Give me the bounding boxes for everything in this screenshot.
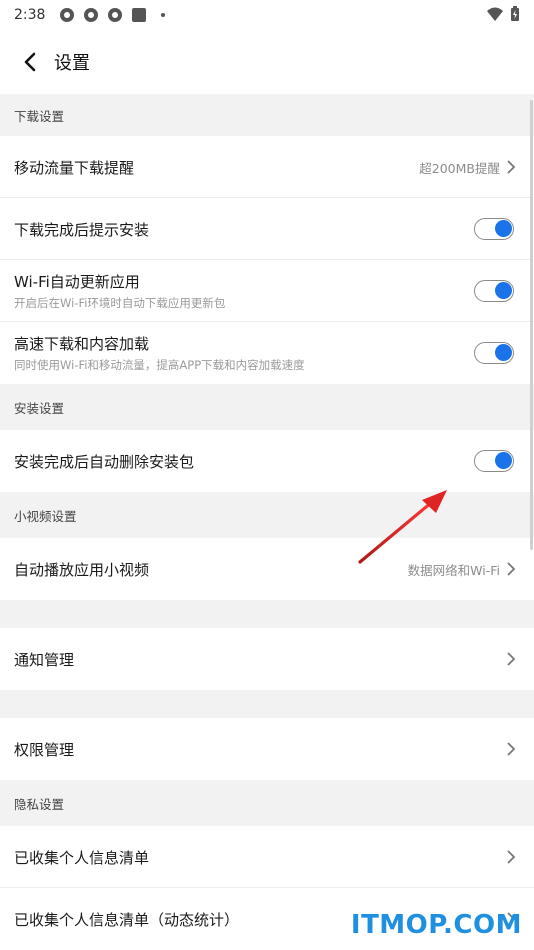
row-title: 通知管理 bbox=[14, 650, 75, 669]
chevron-left-icon bbox=[24, 52, 36, 72]
toggle-knob bbox=[495, 452, 512, 469]
app-notification-icon bbox=[108, 8, 123, 22]
status-time: 2:38 bbox=[14, 7, 46, 23]
battery-icon bbox=[511, 6, 519, 21]
row-autoplay-video[interactable]: 自动播放应用小视频 数据网络和Wi-Fi bbox=[0, 538, 534, 600]
app-notification-icon bbox=[84, 8, 99, 22]
dot-icon bbox=[161, 13, 166, 17]
back-button[interactable] bbox=[2, 34, 58, 90]
row-mobile-data-reminder[interactable]: 移动流量下载提醒 超200MB提醒 bbox=[0, 136, 534, 198]
square-notification-icon bbox=[132, 8, 147, 22]
chevron-right-icon bbox=[506, 652, 520, 666]
row-subtitle: 同时使用Wi-Fi和移动流量，提高APP下载和内容加载速度 bbox=[14, 358, 305, 372]
row-title: 自动播放应用小视频 bbox=[14, 560, 150, 579]
row-collected-info-list[interactable]: 已收集个人信息清单 bbox=[0, 826, 534, 888]
auto-delete-package-toggle[interactable] bbox=[474, 450, 514, 472]
row-value: 数据网络和Wi-Fi bbox=[407, 562, 500, 578]
wifi-icon bbox=[487, 7, 503, 21]
chevron-right-icon bbox=[506, 850, 520, 864]
row-notification-management[interactable]: 通知管理 bbox=[0, 628, 534, 690]
chevron-right-icon bbox=[506, 742, 520, 756]
row-title: 移动流量下载提醒 bbox=[14, 158, 135, 177]
row-title: 高速下载和内容加载 bbox=[14, 335, 150, 353]
chevron-right-icon bbox=[506, 160, 520, 174]
scrollbar[interactable] bbox=[530, 100, 533, 550]
status-system-icons bbox=[486, 6, 520, 22]
toggle-knob bbox=[495, 220, 512, 237]
section-header-install: 安装设置 bbox=[14, 400, 65, 416]
section-header-privacy: 隐私设置 bbox=[14, 796, 65, 812]
prompt-install-toggle[interactable] bbox=[474, 218, 514, 240]
toggle-knob bbox=[495, 282, 512, 299]
watermark-logo: ITMOP.COM bbox=[350, 910, 522, 940]
row-title: 权限管理 bbox=[14, 740, 75, 759]
toggle-knob bbox=[495, 344, 512, 361]
page-title: 设置 bbox=[54, 53, 90, 74]
row-title: 已收集个人信息清单 bbox=[14, 848, 150, 867]
status-notification-icons bbox=[59, 7, 171, 23]
section-header-download: 下载设置 bbox=[14, 108, 65, 124]
row-wifi-auto-update: Wi-Fi自动更新应用 开启后在Wi-Fi环境时自动下载应用更新包 bbox=[0, 260, 534, 322]
row-title: Wi-Fi自动更新应用 bbox=[14, 273, 140, 291]
row-permission-management[interactable]: 权限管理 bbox=[0, 718, 534, 780]
row-value: 超200MB提醒 bbox=[419, 160, 500, 176]
status-bar: 2:38 bbox=[0, 0, 534, 30]
high-speed-download-toggle[interactable] bbox=[474, 342, 514, 364]
wifi-auto-update-toggle[interactable] bbox=[474, 280, 514, 302]
section-header-video: 小视频设置 bbox=[14, 508, 77, 524]
row-prompt-install: 下载完成后提示安装 bbox=[0, 198, 534, 260]
row-auto-delete-package: 安装完成后自动删除安装包 bbox=[0, 430, 534, 492]
row-high-speed-download: 高速下载和内容加载 同时使用Wi-Fi和移动流量，提高APP下载和内容加载速度 bbox=[0, 322, 534, 384]
app-notification-icon bbox=[60, 8, 75, 22]
app-bar: 设置 bbox=[0, 30, 534, 94]
row-title: 安装完成后自动删除安装包 bbox=[14, 452, 195, 471]
chevron-right-icon bbox=[506, 562, 520, 576]
row-title: 下载完成后提示安装 bbox=[14, 220, 150, 239]
row-subtitle: 开启后在Wi-Fi环境时自动下载应用更新包 bbox=[14, 296, 226, 310]
